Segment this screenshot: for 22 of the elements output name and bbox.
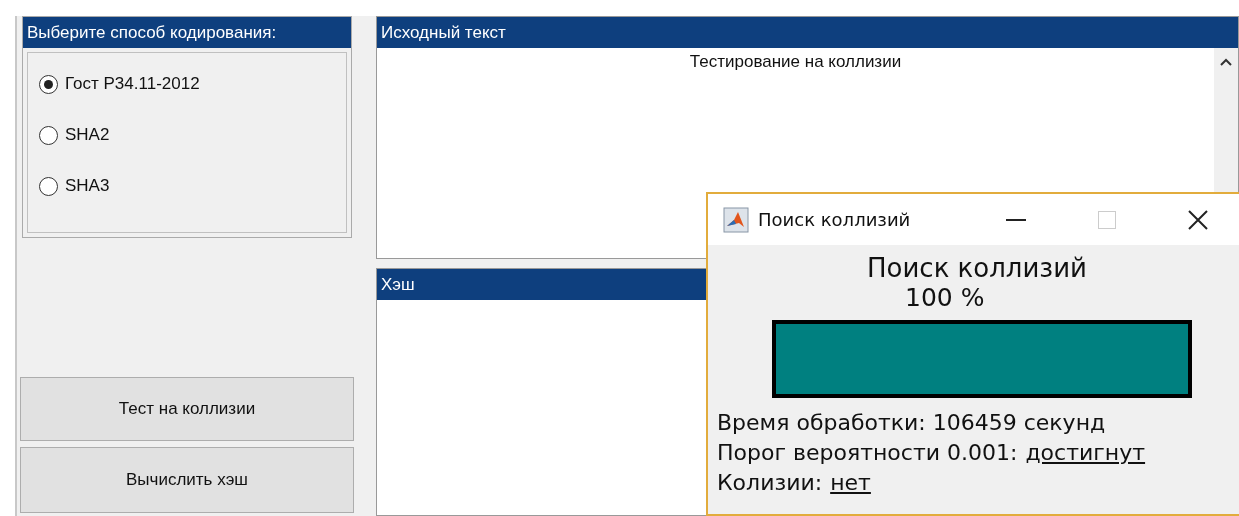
radio-button[interactable] xyxy=(39,74,58,94)
close-icon xyxy=(1188,209,1208,230)
maximize-icon xyxy=(1098,210,1116,229)
radio-button[interactable] xyxy=(39,176,58,196)
status-label: Время обработки: 106459 секунд xyxy=(717,409,1106,437)
radio-button[interactable] xyxy=(39,125,58,145)
source-text: Тестирование на коллизии xyxy=(689,52,902,71)
status-value: достигнут xyxy=(1025,439,1146,467)
panel-title: Исходный текст xyxy=(377,17,1238,48)
app-icon xyxy=(723,206,749,233)
status-label: Колизии: xyxy=(717,469,823,497)
radio-label[interactable]: SHA3 xyxy=(65,176,110,196)
dialog-title: Поиск коллизий xyxy=(758,209,912,230)
panel-title: Выберите способ кодирования: xyxy=(23,17,351,48)
action-button[interactable]: Вычислить хэш xyxy=(20,447,354,513)
action-button[interactable]: Тест на коллизии xyxy=(20,377,354,441)
radio-label[interactable]: SHA2 xyxy=(65,125,110,145)
minimize-icon xyxy=(1006,218,1026,221)
scroll-up-icon[interactable] xyxy=(1220,58,1232,66)
radio-label[interactable]: Гост Р34.11-2012 xyxy=(65,74,200,94)
status-label: Порог вероятности 0.001: xyxy=(717,439,1018,467)
status-value: нет xyxy=(830,469,871,497)
